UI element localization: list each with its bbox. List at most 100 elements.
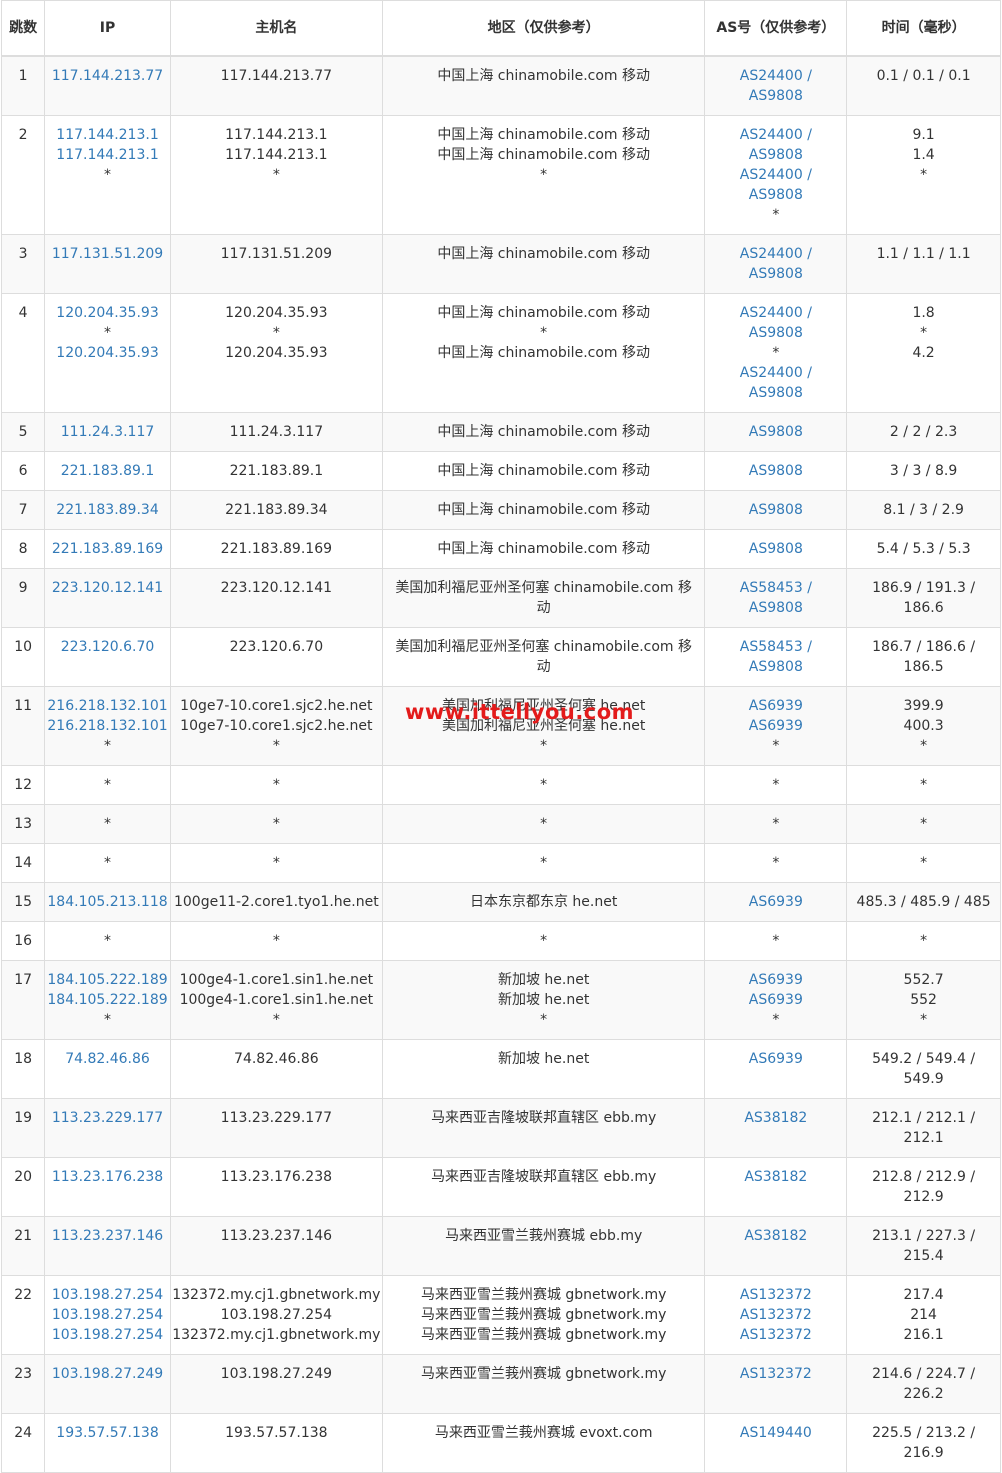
ip-link[interactable]: 113.23.229.177 [45, 1108, 170, 1128]
table-row: 11 216.218.132.101 216.218.132.101 * 10ge7-1… [0, 686, 1001, 766]
ip-text: * [104, 738, 112, 754]
ip-link[interactable]: 113.23.237.146 [45, 1226, 170, 1246]
ip-link[interactable]: 74.82.46.86 [45, 1049, 170, 1069]
as-link[interactable]: AS132372 [705, 1285, 846, 1305]
time-cell: 212.1 / 212.1 / 212.1 [846, 1098, 1001, 1158]
ip-link[interactable]: 120.204.35.93 [45, 343, 170, 363]
as-cell: AS9808 [704, 451, 848, 491]
as-link[interactable]: AS9808 [705, 264, 846, 284]
ip-link[interactable]: 184.105.222.189 [45, 970, 170, 990]
as-link[interactable]: AS6939 [705, 990, 846, 1010]
ip-link[interactable]: 103.198.27.254 [45, 1325, 170, 1345]
as-link[interactable]: AS6939 [705, 716, 846, 736]
region-text: 美国加利福尼亚州圣何塞 chinamobile.com 移动 [395, 639, 692, 675]
ip-link[interactable]: 117.144.213.77 [45, 66, 170, 86]
as-link[interactable]: AS132372 [705, 1364, 846, 1384]
ip-link[interactable]: 117.144.213.1 [45, 145, 170, 165]
as-link[interactable]: AS24400 / [705, 125, 846, 145]
ip-link[interactable]: 111.24.3.117 [45, 422, 170, 442]
as-link[interactable]: AS9808 [705, 145, 846, 165]
as-link[interactable]: AS38182 [705, 1108, 846, 1128]
hop-cell: 6 [0, 451, 46, 491]
table-row: 1 117.144.213.77 117.144.213.77 中国上海 chinam… [0, 55, 1001, 116]
as-link[interactable]: AS6939 [705, 892, 846, 912]
ip-link[interactable]: 113.23.176.238 [45, 1167, 170, 1187]
ip-link[interactable]: 103.198.27.249 [45, 1364, 170, 1384]
as-text: * [772, 816, 780, 832]
ip-cell: 184.105.222.189 184.105.222.189 * [44, 960, 171, 1040]
ip-link[interactable]: 221.183.89.169 [45, 539, 170, 559]
ip-link[interactable]: 103.198.27.254 [45, 1305, 170, 1325]
as-link[interactable]: AS9808 [705, 383, 846, 403]
ip-link[interactable]: 120.204.35.93 [45, 303, 170, 323]
as-link[interactable]: AS9808 [705, 539, 846, 559]
ip-link[interactable]: 184.105.222.189 [45, 990, 170, 1010]
ip-link[interactable]: 103.198.27.254 [45, 1285, 170, 1305]
as-link[interactable]: AS24400 / [705, 244, 846, 264]
as-link[interactable]: AS9808 [705, 323, 846, 343]
as-link[interactable]: AS149440 [705, 1423, 846, 1443]
time-text: * [920, 933, 928, 949]
hostname-text: 221.183.89.34 [225, 502, 328, 518]
as-link[interactable]: AS9808 [705, 185, 846, 205]
as-link[interactable]: AS9808 [705, 422, 846, 442]
time-text: 8.1 / 3 / 2.9 [883, 502, 964, 518]
ip-link[interactable]: 221.183.89.34 [45, 500, 170, 520]
as-link[interactable]: AS24400 / [705, 165, 846, 185]
as-link[interactable]: AS9808 [705, 86, 846, 106]
region-cell: 马来西亚雪兰莪州赛城 ebb.my [381, 1216, 706, 1276]
as-link[interactable]: AS38182 [705, 1167, 846, 1187]
time-text: * [920, 325, 928, 341]
time-text: 186.9 / 191.3 / [872, 580, 976, 596]
as-link[interactable]: AS6939 [705, 970, 846, 990]
as-link[interactable]: AS58453 / [705, 637, 846, 657]
ip-link[interactable]: 117.144.213.1 [45, 125, 170, 145]
as-link[interactable]: AS132372 [705, 1305, 846, 1325]
as-link[interactable]: AS58453 / [705, 578, 846, 598]
as-link[interactable]: AS6939 [705, 1049, 846, 1069]
hostname-cell: 74.82.46.86 [169, 1039, 383, 1099]
as-link[interactable]: AS38182 [705, 1226, 846, 1246]
ip-link[interactable]: 221.183.89.1 [45, 461, 170, 481]
as-link[interactable]: AS24400 / [705, 303, 846, 323]
time-cell: 3 / 3 / 8.9 [846, 451, 1001, 491]
ip-link[interactable]: 216.218.132.101 [45, 716, 170, 736]
table-row: 12 * * * * * [0, 765, 1001, 805]
ip-cell: 113.23.237.146 [44, 1216, 171, 1276]
ip-text: * [104, 816, 112, 832]
region-cell: * [381, 765, 706, 805]
time-text: 216.9 [903, 1445, 944, 1461]
region-text: 马来西亚雪兰莪州赛城 ebb.my [445, 1228, 643, 1244]
hop-cell: 2 [0, 115, 46, 235]
as-cell: * [704, 843, 848, 883]
as-link[interactable]: AS9808 [705, 500, 846, 520]
hop-cell: 17 [0, 960, 46, 1040]
hostname-text: * [272, 933, 280, 949]
ip-link[interactable]: 223.120.6.70 [45, 637, 170, 657]
ip-text: * [104, 777, 112, 793]
ip-link[interactable]: 184.105.213.118 [45, 892, 170, 912]
ip-link[interactable]: 223.120.12.141 [45, 578, 170, 598]
region-text: * [540, 855, 548, 871]
ip-link[interactable]: 216.218.132.101 [45, 696, 170, 716]
hop-cell: 7 [0, 490, 46, 530]
region-cell: 日本东京都东京 he.net [381, 882, 706, 922]
time-cell: 399.9 400.3 * [846, 686, 1001, 766]
as-link[interactable]: AS6939 [705, 696, 846, 716]
header-as: AS号（仅供参考） [704, 0, 848, 57]
as-cell: AS9808 [704, 529, 848, 569]
ip-text: * [104, 933, 112, 949]
as-link[interactable]: AS9808 [705, 461, 846, 481]
ip-link[interactable]: 117.131.51.209 [45, 244, 170, 264]
as-link[interactable]: AS24400 / [705, 363, 846, 383]
as-text: * [772, 207, 780, 223]
region-text: * [540, 325, 548, 341]
as-link[interactable]: AS24400 / [705, 66, 846, 86]
header-hop: 跳数 [0, 0, 46, 57]
ip-link[interactable]: 193.57.57.138 [45, 1423, 170, 1443]
as-link[interactable]: AS9808 [705, 598, 846, 618]
hostname-cell: 113.23.229.177 [169, 1098, 383, 1158]
time-text: 485.3 / 485.9 / 485 [856, 894, 991, 910]
as-link[interactable]: AS132372 [705, 1325, 846, 1345]
as-link[interactable]: AS9808 [705, 657, 846, 677]
